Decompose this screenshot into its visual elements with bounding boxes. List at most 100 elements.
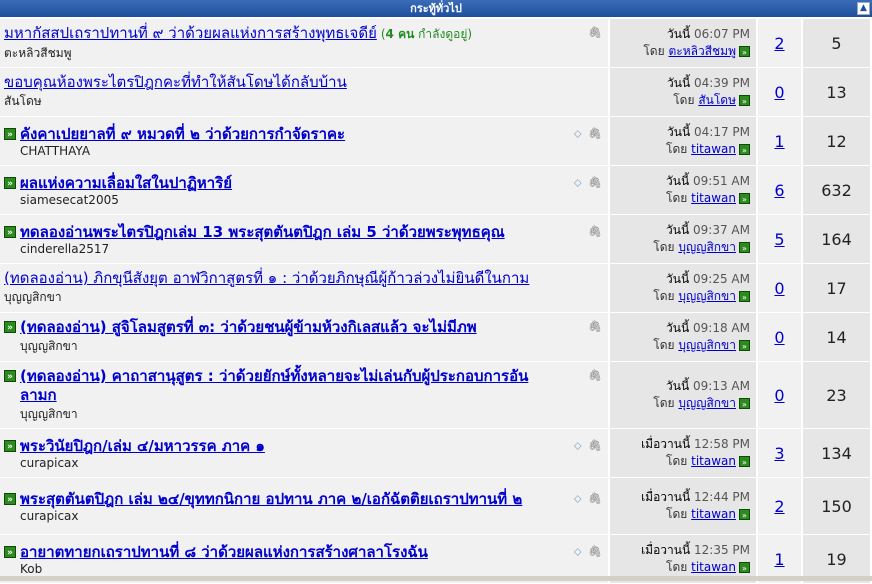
thread-row: ขอบคุณห้องพระไตรปิฎกคะที่ทำให้สันโดษได้ก… — [0, 68, 870, 117]
last-post-cell: เมื่อวานนี้ 12:58 PM โดย titawan» — [610, 429, 756, 478]
thread-title-link[interactable]: (ทดลองอ่าน) สูจิโลมสูตรที่ ๓: ว่าด้วยชนผ… — [20, 318, 477, 336]
replies-count-link[interactable]: 1 — [774, 550, 784, 569]
thread-row: » พระสุตตันตปิฎก เล่ม ๒๔/ขุททกนิกาย อปทา… — [0, 478, 870, 535]
thread-title-link[interactable]: พระสุตตันตปิฎก เล่ม ๒๔/ขุททกนิกาย อปทาน … — [20, 490, 522, 508]
last-poster-link[interactable]: titawan — [691, 454, 736, 468]
replies-count-link[interactable]: 6 — [774, 181, 784, 200]
replies-count-link[interactable]: 0 — [774, 279, 784, 298]
last-poster-link[interactable]: ตะหลิวสีชมพู — [668, 44, 736, 58]
last-poster-link[interactable]: บุญญสิกขา — [678, 240, 736, 254]
views-count: 12 — [803, 117, 870, 166]
go-to-new-post-icon[interactable]: » — [4, 225, 16, 238]
last-post-date: วันนี้ 04:17 PM — [667, 125, 750, 139]
thread-row: (ทดลองอ่าน) ภิกขุนีสังยุต อาฬวิกาสูตรที่… — [0, 264, 870, 313]
last-post-date: วันนี้ 06:07 PM — [667, 27, 750, 41]
last-poster-link[interactable]: สันโดษ — [698, 93, 736, 107]
go-to-new-post-icon[interactable]: » — [4, 439, 16, 452]
views-count: 134 — [803, 429, 870, 478]
replies-count-link[interactable]: 2 — [774, 34, 784, 53]
last-poster-link[interactable]: titawan — [691, 507, 736, 521]
thread-title-link[interactable]: ทดลองอ่านพระไตรปิฎกเล่ม 13 พระสุตตันตปิฎ… — [20, 223, 505, 241]
replies-count-link[interactable]: 1 — [774, 132, 784, 151]
last-poster-link[interactable]: titawan — [691, 142, 736, 156]
go-to-new-post-icon[interactable]: » — [4, 369, 16, 382]
thread-title-link[interactable]: (ทดลองอ่าน) คาถาสานุสูตร : ว่าด้วยยักษ์ท… — [20, 367, 528, 404]
last-poster-link[interactable]: บุญญสิกขา — [678, 396, 736, 410]
thread-icons: ⬦ 🖇 — [574, 127, 602, 141]
last-post-date: วันนี้ 09:37 AM — [666, 223, 750, 237]
last-poster-link[interactable]: บุญญสิกขา — [678, 338, 736, 352]
replies-count-link[interactable]: 0 — [774, 83, 784, 102]
views-count: 632 — [803, 166, 870, 215]
attachment-icon: 🖇 — [588, 368, 602, 382]
last-post-arrow-icon[interactable]: » — [739, 340, 750, 351]
thread-title-cell: » (ทดลองอ่าน) สูจิโลมสูตรที่ ๓: ว่าด้วยช… — [0, 313, 608, 362]
views-count: 150 — [803, 478, 870, 535]
thread-author: สันโดษ — [4, 94, 42, 108]
last-post-date: วันนี้ 09:18 AM — [666, 321, 750, 335]
go-to-new-post-icon[interactable]: » — [4, 545, 16, 558]
thread-author: siamesecat2005 — [20, 192, 119, 207]
go-to-new-post-icon[interactable]: » — [4, 321, 16, 333]
replies-count-link[interactable]: 0 — [774, 328, 784, 347]
go-to-new-post-icon[interactable]: » — [4, 176, 16, 189]
last-post-arrow-icon[interactable]: » — [739, 398, 750, 409]
go-to-new-post-icon[interactable]: » — [4, 127, 16, 140]
last-post-arrow-icon[interactable]: » — [739, 144, 750, 155]
last-post-date: เมื่อวานนี้ 12:58 PM — [641, 437, 750, 451]
thread-title-link[interactable]: พระวินัยปิฎก/เล่ม ๔/มหาวรรค ภาค ๑ — [20, 437, 265, 455]
attachment-icon: 🖇 — [588, 25, 602, 39]
thread-icons: ⬦ 🖇 — [574, 492, 602, 506]
replies-count-link[interactable]: 2 — [774, 497, 784, 516]
attachment-icon: 🖇 — [588, 491, 602, 505]
replies-cell: 2 — [758, 478, 801, 535]
last-post-by: โดย titawan» — [610, 190, 750, 207]
thread-title-cell: » คังคาเปยยาลที่ ๙ หมวดที่ ๒ ว่าด้วยการก… — [0, 117, 608, 166]
last-post-arrow-icon[interactable]: » — [739, 46, 750, 57]
last-post-arrow-icon[interactable]: » — [739, 95, 750, 106]
thread-author: บุญญสิกขา — [4, 290, 62, 304]
last-post-arrow-icon[interactable]: » — [739, 193, 750, 204]
thread-list: มหากัสสปเถราปทานที่ ๙ ว่าด้วยผลแห่งการสร… — [0, 19, 872, 584]
thread-author: curapicax — [20, 508, 79, 523]
thread-row: » คังคาเปยยาลที่ ๙ หมวดที่ ๒ ว่าด้วยการก… — [0, 117, 870, 166]
thread-title-link[interactable]: (ทดลองอ่าน) ภิกขุนีสังยุต อาฬวิกาสูตรที่… — [4, 269, 529, 287]
thread-author: cinderella2517 — [20, 241, 110, 256]
last-poster-link[interactable]: บุญญสิกขา — [678, 289, 736, 303]
tag-icon: ⬦ — [573, 175, 582, 189]
last-post-date: เมื่อวานนี้ 12:35 PM — [641, 543, 750, 557]
last-post-date: วันนี้ 09:51 AM — [666, 174, 750, 188]
thread-title-link[interactable]: ขอบคุณห้องพระไตรปิฎกคะที่ทำให้สันโดษได้ก… — [4, 73, 347, 91]
go-to-new-post-icon[interactable]: » — [4, 492, 16, 505]
thread-title-link[interactable]: อายาตทายกเถราปทานที่ ๘ ว่าด้วยผลแห่งการส… — [20, 543, 428, 561]
replies-count-link[interactable]: 0 — [774, 386, 784, 405]
last-post-arrow-icon[interactable]: » — [739, 456, 750, 467]
last-post-by: โดย บุญญสิกขา» — [610, 288, 750, 305]
thread-title-link[interactable]: คังคาเปยยาลที่ ๙ หมวดที่ ๒ ว่าด้วยการกำจ… — [20, 125, 345, 143]
attachment-icon: 🖇 — [588, 438, 602, 452]
replies-cell: 3 — [758, 429, 801, 478]
last-post-arrow-icon[interactable]: » — [739, 509, 750, 520]
thread-title-link[interactable]: ผลแห่งความเลื่อมใสในปาฏิหาริย์ — [20, 174, 232, 192]
thread-title-link[interactable]: มหากัสสปเถราปทานที่ ๙ ว่าด้วยผลแห่งการสร… — [4, 24, 377, 42]
replies-cell: 0 — [758, 362, 801, 429]
last-post-arrow-icon[interactable]: » — [739, 562, 750, 573]
last-post-arrow-icon[interactable]: » — [739, 242, 750, 253]
replies-count-link[interactable]: 3 — [774, 444, 784, 463]
last-post-by: โดย บุญญสิกขา» — [610, 395, 750, 412]
replies-cell: 6 — [758, 166, 801, 215]
thread-title-cell: » พระวินัยปิฎก/เล่ม ๔/มหาวรรค ภาค ๑ cura… — [0, 429, 608, 478]
thread-title-cell: มหากัสสปเถราปทานที่ ๙ ว่าด้วยผลแห่งการสร… — [0, 19, 608, 68]
last-post-date: วันนี้ 09:13 AM — [666, 379, 750, 393]
last-post-arrow-icon[interactable]: » — [739, 291, 750, 302]
thread-icons: 🖇 — [588, 225, 602, 238]
last-post-cell: วันนี้ 09:18 AM โดย บุญญสิกขา» — [610, 313, 756, 362]
last-poster-link[interactable]: titawan — [691, 560, 736, 574]
replies-count-link[interactable]: 5 — [774, 230, 784, 249]
viewing-count: (4 คน กำลังดูอยู่) — [380, 26, 473, 41]
last-poster-link[interactable]: titawan — [691, 191, 736, 205]
thread-title-cell: » (ทดลองอ่าน) คาถาสานุสูตร : ว่าด้วยยักษ… — [0, 362, 608, 429]
attachment-icon: 🖇 — [588, 320, 602, 333]
attachment-icon: 🖇 — [588, 224, 602, 238]
collapse-icon[interactable]: ▲ — [857, 2, 870, 15]
